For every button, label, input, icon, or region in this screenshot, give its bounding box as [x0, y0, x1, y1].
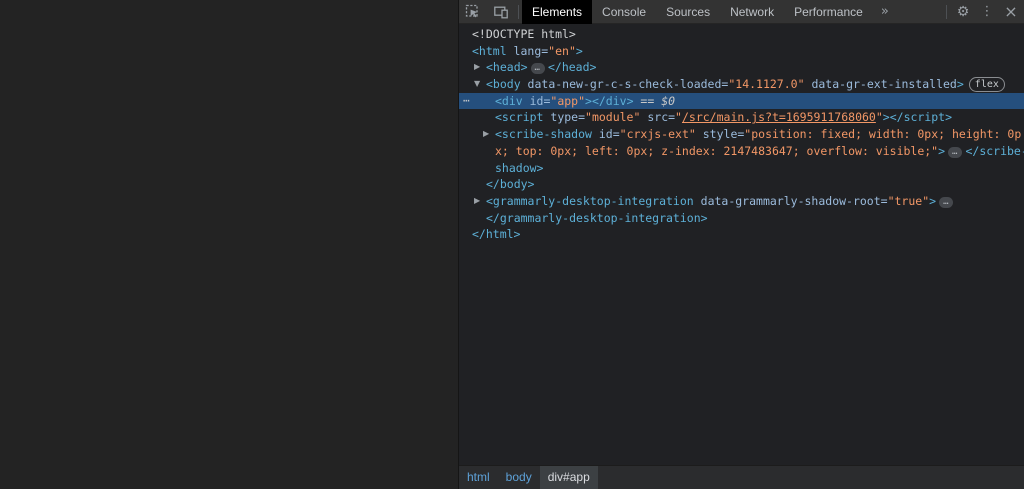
tab-network[interactable]: Network [720, 0, 784, 24]
tab-elements[interactable]: Elements [522, 0, 593, 24]
dom-token: src= [647, 110, 676, 125]
row-actions-icon[interactable]: ⋯ [463, 93, 471, 110]
dom-token: "app" [550, 93, 586, 108]
toolbar-divider [518, 4, 519, 19]
dom-token: </head> [547, 60, 597, 75]
dom-token: <head> [486, 60, 528, 75]
dom-token: style= [702, 127, 745, 142]
dom-token: data-grammarly-shadow-root= [700, 193, 888, 208]
settings-gear-icon[interactable]: ⚙ [950, 0, 976, 24]
dom-tree-line[interactable]: ▶ <scribe-shadow id="crxjs-ext" style="po… [459, 126, 1024, 143]
dom-token: " [675, 110, 682, 125]
dom-token: data-gr-ext-installed [811, 77, 957, 92]
ellipsis-button[interactable]: … [530, 63, 545, 75]
dom-token: <scribe-shadow [495, 127, 599, 142]
page-background [0, 0, 458, 489]
inspect-element-icon[interactable] [459, 0, 487, 24]
dom-tree-line[interactable]: <script type="module" src="/src/main.js?… [459, 109, 1024, 126]
ellipsis-button[interactable]: … [939, 196, 954, 208]
toolbar-divider-right [946, 4, 947, 19]
dom-token: > [575, 43, 583, 58]
dom-token: > [929, 193, 937, 208]
dom-token: "true" [887, 193, 930, 208]
dom-token: x; top: 0px; left: 0px; z-index: 2147483… [495, 143, 939, 158]
dom-token [696, 127, 703, 141]
dom-token: type= [550, 110, 586, 125]
dom-token: <div [495, 93, 530, 108]
tab-performance[interactable]: Performance [784, 0, 873, 24]
dom-token: "module" [585, 110, 641, 125]
dom-token: <body [486, 77, 528, 92]
tab-console[interactable]: Console [592, 0, 656, 24]
dom-token: " [875, 110, 883, 125]
dom-token: ></script> [882, 110, 953, 125]
breadcrumb-item-body[interactable]: body [498, 466, 540, 489]
dom-token: <html [472, 43, 514, 58]
dom-token: </scribe- [965, 143, 1024, 158]
breadcrumb-item-div#app[interactable]: div#app [539, 466, 598, 489]
dom-tree: <!DOCTYPE html> <html lang="en"> ▶ <head>… <… [459, 24, 1024, 467]
dom-tree-line[interactable]: </html> [459, 226, 1024, 243]
breadcrumb-item-html[interactable]: html [459, 466, 498, 489]
dom-token: </body> [486, 177, 535, 192]
dom-token: </grammarly-desktop-integration> [486, 210, 708, 225]
dom-token: "en" [548, 43, 576, 58]
dom-token: > [956, 77, 964, 92]
dom-token: <grammarly-desktop-integration [486, 193, 701, 208]
dom-token: lang= [513, 43, 549, 58]
dom-token: "crxjs-ext" [619, 127, 696, 142]
flex-badge[interactable]: flex [968, 77, 1005, 93]
dom-token: shadow> [495, 160, 544, 175]
chevron-collapsed-icon[interactable]: ▶ [474, 193, 480, 210]
dom-token: ></div> [585, 93, 634, 108]
dom-tree-line[interactable]: ▶ <grammarly-desktop-integration data-gra… [459, 193, 1024, 210]
breadcrumb-bar: html body div#app [459, 465, 1024, 489]
dom-tree-line[interactable]: </body> [459, 176, 1024, 193]
dom-tree-line[interactable]: <!DOCTYPE html> [459, 26, 1024, 43]
dom-tree-line[interactable]: ▼ <body data-new-gr-c-s-check-loaded="14.… [459, 76, 1024, 93]
kebab-menu-icon[interactable]: ⋮ [976, 0, 998, 24]
ellipsis-button[interactable]: … [948, 146, 963, 158]
devtools-panel: Elements Console Sources Network Performance… [458, 0, 1024, 489]
dom-token: > [938, 143, 946, 158]
dom-token: "position: fixed; width: 0px; height: 0p [744, 127, 1022, 142]
chevron-collapsed-icon[interactable]: ▶ [474, 59, 480, 76]
dom-token: <!DOCTYPE html> [472, 27, 576, 41]
dom-tree-line[interactable]: x; top: 0px; left: 0px; z-index: 2147483… [459, 143, 1024, 160]
chevron-expanded-icon[interactable]: ▼ [474, 76, 480, 93]
source-link[interactable]: /src/main.js?t=1695911768060 [682, 110, 876, 124]
dom-tree-line[interactable]: <html lang="en"> [459, 43, 1024, 60]
tab-strip: Elements Console Sources Network Performance [522, 0, 873, 24]
dom-token: data-new-gr-c-s-check-loaded= [527, 77, 729, 92]
dom-token: id= [529, 93, 551, 108]
dom-tree-line[interactable]: ⋯ <div id="app"></div> == $0 [459, 92, 1024, 110]
dom-tree-line[interactable]: ▶ <head>… </head> [459, 59, 1024, 76]
dom-token: "14.1127.0" [728, 77, 805, 92]
more-tabs-icon[interactable]: » [873, 4, 897, 19]
dom-tree-line[interactable]: shadow> [459, 160, 1024, 177]
dom-token: id= [598, 127, 620, 142]
dom-token: <script [495, 110, 551, 125]
devtools-toolbar: Elements Console Sources Network Performance… [459, 0, 1024, 24]
tab-sources[interactable]: Sources [656, 0, 720, 24]
dom-token: == $0 [633, 93, 676, 108]
dom-token: </html> [472, 227, 521, 242]
chevron-collapsed-icon[interactable]: ▶ [483, 126, 489, 143]
dom-tree-line[interactable]: </grammarly-desktop-integration> [459, 210, 1024, 227]
device-toolbar-icon[interactable] [487, 0, 515, 24]
close-devtools-icon[interactable]: × [998, 0, 1024, 24]
